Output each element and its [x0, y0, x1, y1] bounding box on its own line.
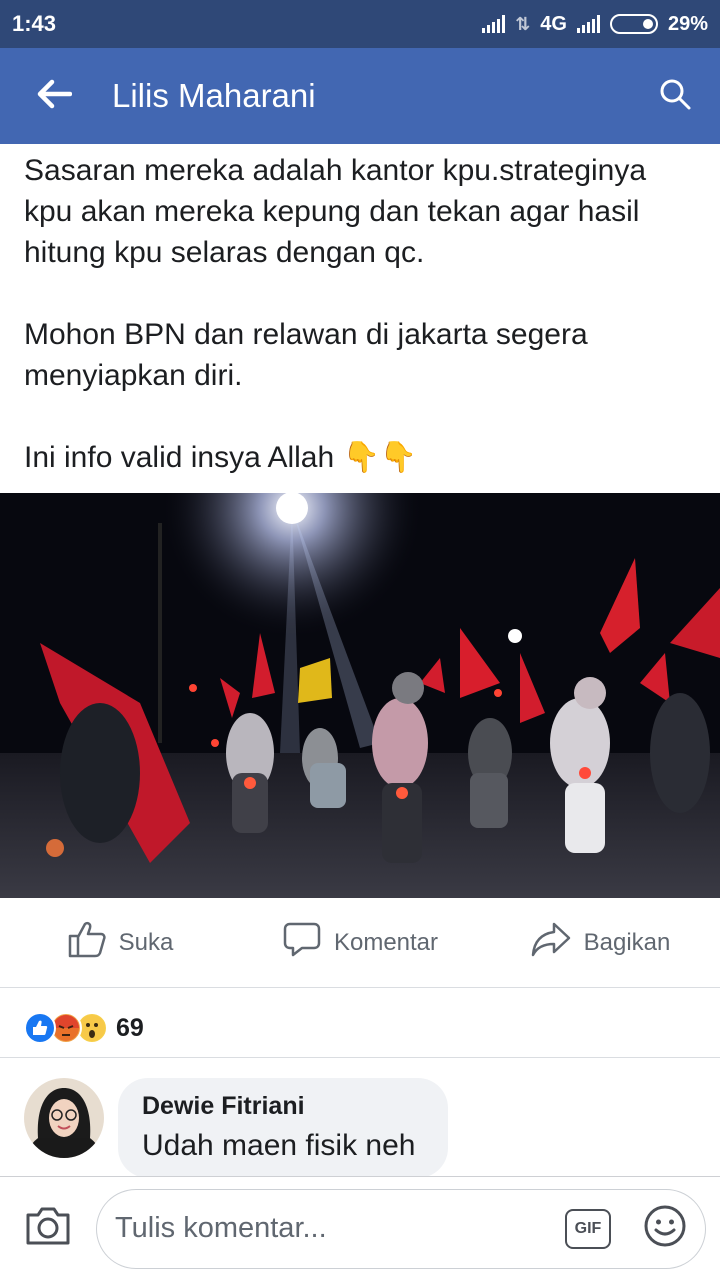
post-text: Sasaran mereka adalah kantor kpu.strateg… — [24, 150, 696, 478]
status-bar: 1:43 ⇅ 4G 29% — [0, 0, 720, 48]
camera-icon[interactable] — [24, 1205, 72, 1252]
comment-bubble[interactable]: Dewie Fitriani Udah maen fisik neh — [118, 1078, 448, 1178]
status-time: 1:43 — [12, 11, 57, 36]
divider — [0, 1057, 720, 1058]
search-icon[interactable] — [658, 77, 692, 116]
post-paragraph: Sasaran mereka adalah kantor kpu.strateg… — [24, 154, 647, 269]
like-icon — [24, 1012, 56, 1044]
like-button[interactable]: Suka — [0, 920, 240, 965]
signal-icon — [482, 15, 506, 33]
signal-icon-2 — [576, 15, 600, 33]
post-paragraph: Mohon BPN dan relawan di jakarta segera … — [24, 318, 588, 392]
share-button[interactable]: Bagikan — [480, 920, 720, 965]
comment-author[interactable]: Dewie Fitriani — [142, 1092, 416, 1121]
battery-level: 29% — [667, 12, 708, 35]
emoji-icon[interactable] — [643, 1204, 687, 1253]
share-arrow-icon — [530, 920, 572, 965]
share-label: Bagikan — [583, 928, 671, 956]
comment-label: Komentar — [333, 928, 439, 956]
reactions-summary[interactable]: 69 — [24, 1008, 144, 1048]
thumbs-up-icon — [67, 920, 107, 965]
comment-icon — [282, 920, 322, 965]
battery-icon — [609, 14, 658, 34]
comment-button[interactable]: Komentar — [240, 920, 480, 965]
data-transfer-icon: ⇅ — [515, 13, 531, 34]
comment-composer: GIF — [0, 1176, 720, 1280]
page-title: Lilis Maharani — [112, 77, 316, 114]
avatar[interactable] — [24, 1078, 104, 1158]
like-label: Suka — [118, 928, 174, 956]
network-type: 4G — [540, 12, 567, 35]
back-arrow-icon[interactable] — [36, 79, 73, 114]
app-header: Lilis Maharani — [0, 48, 720, 144]
comment-item: Dewie Fitriani Udah maen fisik neh — [24, 1078, 448, 1178]
comment-text: Udah maen fisik neh — [142, 1129, 416, 1162]
post-photo[interactable] — [0, 493, 720, 898]
gif-button[interactable]: GIF — [565, 1208, 611, 1249]
reaction-count: 69 — [116, 1013, 144, 1042]
comment-input-box[interactable]: GIF — [96, 1188, 706, 1269]
post-paragraph: Ini info valid insya Allah 👇👇 — [24, 441, 418, 474]
post-actions: Suka Komentar Bagikan — [0, 898, 720, 988]
comment-input[interactable] — [115, 1212, 565, 1245]
status-indicators: ⇅ 4G 29% — [482, 13, 708, 36]
